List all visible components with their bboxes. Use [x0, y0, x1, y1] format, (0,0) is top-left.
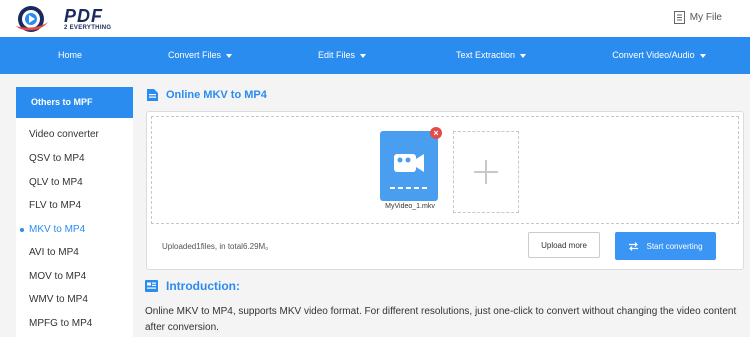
logo-icon	[16, 6, 48, 32]
sidebar: Others to MPF Video converter QSV to MP4…	[16, 87, 133, 337]
add-file-button[interactable]	[453, 131, 519, 213]
start-converting-label: Start converting	[646, 241, 703, 251]
introduction-title: Introduction:	[166, 279, 240, 293]
page-title: Online MKV to MP4	[147, 89, 267, 101]
nav-convert-files-label: Convert Files	[167, 50, 221, 60]
site-logo[interactable]: PDF 2 EVERYTHING	[12, 4, 122, 34]
sidebar-item-mkv-to-mp4-label: MKV to MP4	[29, 224, 86, 235]
document-icon	[147, 89, 158, 101]
video-file-icon	[390, 154, 428, 189]
nav-convert-video-audio-label: Convert Video/Audio	[612, 50, 695, 60]
sidebar-item-wmv-to-mp4[interactable]: WMV to MP4	[29, 294, 88, 305]
my-file-label: My File	[689, 12, 722, 23]
logo-subtext: 2 EVERYTHING	[64, 25, 112, 31]
introduction-text: Online MKV to MP4, supports MKV video fo…	[145, 306, 737, 333]
nav-home-label: Home	[57, 50, 82, 60]
main-nav: Home Convert Files Edit Files Text Extra…	[0, 37, 750, 74]
nav-text-extraction-label: Text Extraction	[455, 50, 516, 60]
sidebar-item-flv-to-mp4[interactable]: FLV to MP4	[29, 200, 81, 211]
file-name: MyVideo_1.mkv	[385, 203, 435, 210]
sidebar-item-qlv-to-mp4[interactable]: QLV to MP4	[29, 177, 83, 188]
sidebar-item-qsv-to-mp4[interactable]: QSV to MP4	[29, 153, 85, 164]
start-converting-button[interactable]: Start converting	[615, 232, 716, 260]
nav-convert-files[interactable]: Convert Files	[160, 37, 240, 74]
nav-home[interactable]: Home	[45, 37, 95, 74]
upload-panel: × MyVideo_1.mkv Uploaded1files, in total…	[146, 111, 744, 270]
nav-convert-video-audio[interactable]: Convert Video/Audio	[598, 37, 720, 74]
sidebar-item-video-converter[interactable]: Video converter	[29, 129, 99, 140]
nav-edit-files-label: Edit Files	[317, 50, 355, 60]
sidebar-item-mkv-to-mp4[interactable]: MKV to MP4	[20, 224, 86, 235]
nav-text-extraction[interactable]: Text Extraction	[444, 37, 538, 74]
upload-more-button[interactable]: Upload more	[528, 232, 600, 258]
drop-zone[interactable]: × MyVideo_1.mkv	[151, 116, 739, 224]
plus-icon	[474, 160, 498, 184]
chevron-down-icon	[520, 53, 527, 58]
file-list-icon	[673, 11, 685, 24]
chevron-down-icon	[699, 53, 706, 58]
chevron-down-icon	[360, 53, 366, 58]
introduction-icon	[145, 280, 158, 292]
logo-text: PDF	[64, 6, 103, 26]
sidebar-item-mov-to-mp4[interactable]: MOV to MP4	[29, 271, 86, 282]
page-title-text: Online MKV to MP4	[166, 89, 267, 101]
chevron-down-icon	[226, 53, 232, 58]
uploaded-file-card[interactable]	[380, 131, 438, 201]
introduction-heading: Introduction:	[145, 279, 240, 293]
sidebar-item-avi-to-mp4[interactable]: AVI to MP4	[29, 247, 79, 258]
sidebar-header: Others to MPF	[16, 87, 133, 118]
sidebar-item-mpfg-to-mp4[interactable]: MPFG to MP4	[29, 318, 92, 329]
remove-file-icon[interactable]: ×	[430, 127, 442, 139]
convert-arrows-icon	[629, 241, 639, 251]
active-indicator-dot	[20, 228, 24, 232]
upload-status-text: Uploaded1files, in total6.29M。	[162, 242, 274, 251]
my-file-link[interactable]: My File	[673, 11, 722, 24]
top-bar: PDF 2 EVERYTHING My File	[0, 0, 750, 37]
nav-edit-files[interactable]: Edit Files	[310, 37, 374, 74]
